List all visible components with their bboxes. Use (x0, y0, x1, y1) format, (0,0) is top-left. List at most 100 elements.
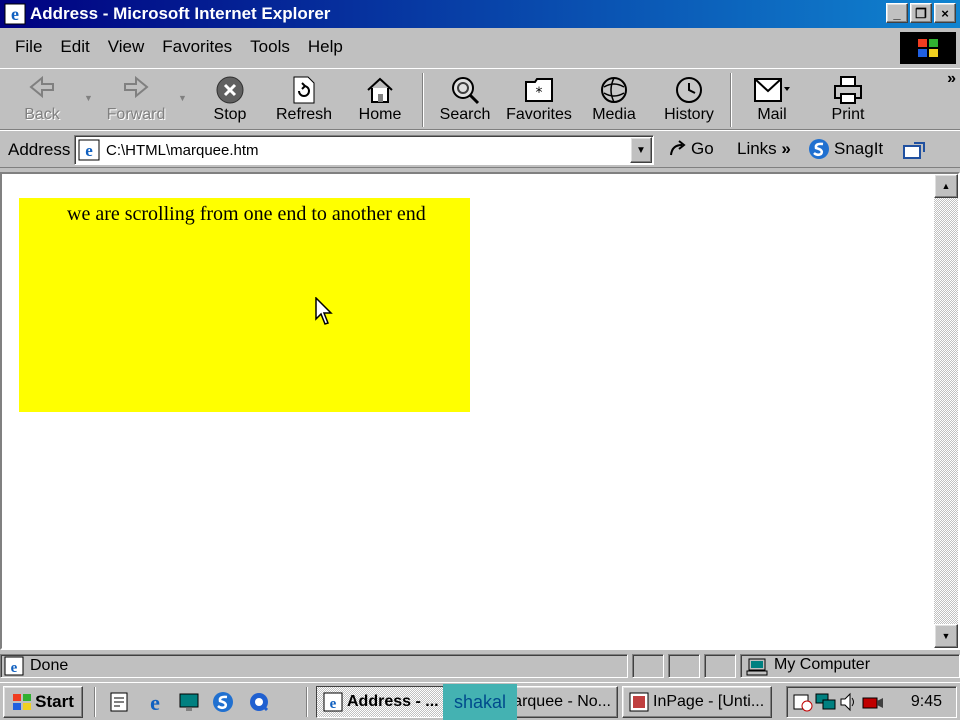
quicklaunch-quicktime-icon[interactable] (248, 691, 270, 713)
back-label: Back (24, 106, 60, 123)
menu-view[interactable]: View (99, 37, 154, 57)
quicklaunch-ie-icon[interactable]: e (144, 691, 166, 713)
forward-arrow-icon (124, 75, 149, 99)
status-panel-1 (632, 654, 664, 678)
forward-dropdown-icon[interactable]: ▼ (178, 93, 187, 103)
marquee-text: we are scrolling from one end to another… (67, 203, 426, 225)
svg-text:e: e (11, 4, 19, 24)
snagit-icon (809, 139, 829, 159)
links-label: Links (737, 139, 777, 158)
toolbar-separator-2 (730, 73, 732, 127)
links-button[interactable]: Links » (737, 139, 791, 159)
close-button[interactable]: × (934, 3, 956, 23)
svg-text:*: * (536, 85, 543, 101)
back-dropdown-icon[interactable]: ▼ (84, 93, 93, 103)
status-panel-3 (704, 654, 736, 678)
snagit-capture-icon[interactable] (902, 140, 926, 160)
svg-text:e: e (85, 141, 93, 160)
marquee-box: we are scrolling from one end to another… (19, 198, 470, 412)
snagit-button[interactable]: SnagIt (808, 138, 883, 160)
media-label: Media (592, 106, 636, 123)
task-inpage-label: InPage - [Unti... (653, 693, 765, 710)
window-title: Address - Microsoft Internet Explorer (30, 4, 331, 23)
taskbar-separator (94, 687, 96, 717)
task-address-ie[interactable]: e Address - ... (316, 686, 446, 718)
task-inpage[interactable]: InPage - [Unti... (622, 686, 772, 718)
address-bar: Address e C:\HTML\marquee.htm ▼ Go Links… (0, 130, 960, 168)
home-button[interactable]: Home (350, 71, 410, 129)
media-globe-icon (601, 77, 627, 103)
back-arrow-icon (29, 75, 54, 99)
my-computer-icon (746, 658, 768, 676)
task-address-label: Address - ... (347, 693, 439, 710)
tray-camera-icon[interactable] (861, 692, 885, 712)
status-bar: e Done My Computer (0, 652, 960, 680)
go-button[interactable]: Go (668, 139, 714, 159)
stop-label: Stop (213, 106, 247, 123)
snagit-label: SnagIt (834, 139, 884, 158)
media-button[interactable]: Media (586, 71, 642, 129)
mail-button[interactable]: Mail (748, 71, 796, 129)
favorites-label: Favorites (506, 106, 572, 123)
status-zone: My Computer (774, 656, 871, 673)
quicklaunch-desktop-icon[interactable] (178, 691, 200, 713)
start-button[interactable]: Start (3, 686, 83, 718)
go-arrow-icon (670, 140, 686, 156)
menu-help[interactable]: Help (299, 37, 352, 57)
refresh-label: Refresh (275, 106, 333, 123)
refresh-icon (293, 76, 315, 104)
tray-network-icon[interactable] (815, 692, 837, 712)
vertical-scrollbar[interactable]: ▲ ▼ (934, 174, 958, 648)
address-input[interactable]: e C:\HTML\marquee.htm ▼ (74, 135, 654, 165)
toolbar-more-chevron-icon[interactable]: » (947, 70, 956, 88)
refresh-button[interactable]: Refresh (268, 71, 340, 129)
history-icon (676, 77, 702, 103)
maximize-button[interactable]: ❐ (910, 3, 932, 23)
home-icon (367, 77, 393, 103)
stop-button[interactable]: Stop (200, 71, 260, 129)
menu-favorites[interactable]: Favorites (153, 37, 241, 57)
task-inpage-icon (629, 692, 649, 712)
search-button[interactable]: Search (434, 71, 496, 129)
start-label: Start (35, 692, 74, 711)
address-dropdown-button[interactable]: ▼ (630, 137, 652, 163)
status-panel-main (0, 654, 628, 678)
menu-file[interactable]: File (6, 37, 51, 57)
toolbar-separator (422, 73, 424, 127)
history-button[interactable]: History (658, 71, 720, 129)
ie-icon: e (4, 3, 26, 25)
task-ie-icon: e (323, 692, 343, 712)
title-bar[interactable]: e Address - Microsoft Internet Explorer … (0, 0, 960, 28)
address-url: C:\HTML\marquee.htm (106, 141, 259, 159)
tray-volume-icon[interactable] (839, 692, 857, 712)
page-viewport[interactable]: we are scrolling from one end to another… (0, 172, 960, 650)
tray-scheduler-icon[interactable] (793, 692, 813, 712)
quicklaunch-notepad-icon[interactable] (108, 691, 130, 713)
mail-label[interactable]: Mail (757, 106, 786, 124)
scroll-down-button[interactable]: ▼ (934, 624, 958, 648)
quicklaunch-snagit-icon[interactable] (212, 691, 234, 713)
back-button[interactable]: Back (14, 71, 70, 129)
overlay-tag: shakal (443, 684, 517, 720)
svg-text:e: e (150, 691, 160, 713)
mail-icon (754, 78, 790, 102)
favorites-button[interactable]: * Favorites (502, 71, 576, 129)
menu-bar: File Edit View Favorites Tools Help (0, 28, 960, 66)
search-label: Search (439, 106, 491, 123)
scroll-up-button[interactable]: ▲ (934, 174, 958, 198)
page-icon: e (78, 139, 100, 161)
stop-icon (216, 76, 244, 104)
standard-toolbar: Back ▼ Forward ▼ Stop Refresh Home Searc… (0, 68, 960, 130)
windows-logo-icon (900, 32, 956, 64)
home-label: Home (358, 106, 402, 123)
minimize-button[interactable]: _ (886, 3, 908, 23)
print-label: Print (831, 106, 865, 123)
forward-button[interactable]: Forward (100, 71, 172, 129)
clock[interactable]: 9:45 (911, 693, 942, 711)
history-label: History (664, 106, 714, 123)
svg-text:e: e (330, 696, 337, 712)
menu-tools[interactable]: Tools (241, 37, 299, 57)
links-chevron-icon: » (781, 139, 791, 158)
print-button[interactable]: Print (826, 71, 870, 129)
menu-edit[interactable]: Edit (51, 37, 98, 57)
